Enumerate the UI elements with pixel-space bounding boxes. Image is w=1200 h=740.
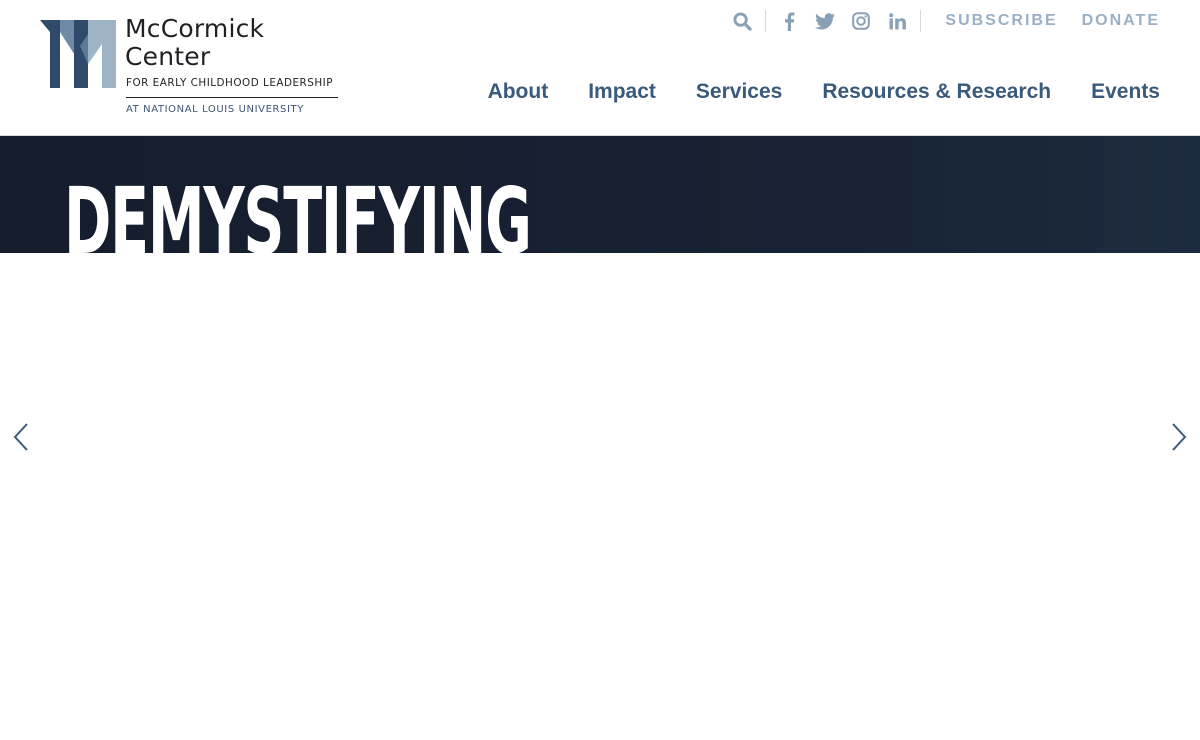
instagram-icon[interactable] (850, 10, 872, 32)
main-nav: About Impact Services Resources & Resear… (488, 80, 1160, 104)
logo-name: McCormick Center (125, 14, 265, 71)
chevron-right-icon (1172, 423, 1187, 451)
chevron-left-icon (13, 423, 28, 451)
logo-university: AT NATIONAL LOUIS UNIVERSITY (126, 104, 304, 115)
nav-item-resources-research[interactable]: Resources & Research (822, 80, 1051, 104)
nav-item-events[interactable]: Events (1091, 80, 1160, 104)
subscribe-link[interactable]: SUBSCRIBE (945, 12, 1057, 30)
utility-divider (920, 10, 922, 32)
logo-divider (126, 97, 338, 98)
nav-item-impact[interactable]: Impact (588, 80, 656, 104)
hero-title: DEMYSTIFYING (64, 168, 532, 254)
donate-link[interactable]: DONATE (1082, 12, 1160, 30)
search-icon[interactable] (731, 10, 753, 32)
logo-mark-icon (40, 20, 116, 88)
hero-banner: DEMYSTIFYING (0, 136, 1200, 253)
logo-subtitle: FOR EARLY CHILDHOOD LEADERSHIP (126, 77, 334, 89)
carousel-next-button[interactable] (1167, 421, 1191, 453)
facebook-icon[interactable] (778, 10, 800, 32)
nav-item-services[interactable]: Services (696, 80, 782, 104)
linkedin-icon[interactable] (886, 10, 908, 32)
utility-divider (765, 10, 767, 32)
utility-bar: SUBSCRIBE DONATE (731, 8, 1160, 34)
social-links (778, 10, 908, 32)
site-header: McCormick Center FOR EARLY CHILDHOOD LEA… (0, 0, 1200, 136)
carousel (0, 253, 1200, 740)
twitter-icon[interactable] (814, 10, 836, 32)
site-logo[interactable]: McCormick Center FOR EARLY CHILDHOOD LEA… (40, 14, 340, 118)
carousel-prev-button[interactable] (9, 421, 33, 453)
nav-item-about[interactable]: About (488, 80, 549, 104)
